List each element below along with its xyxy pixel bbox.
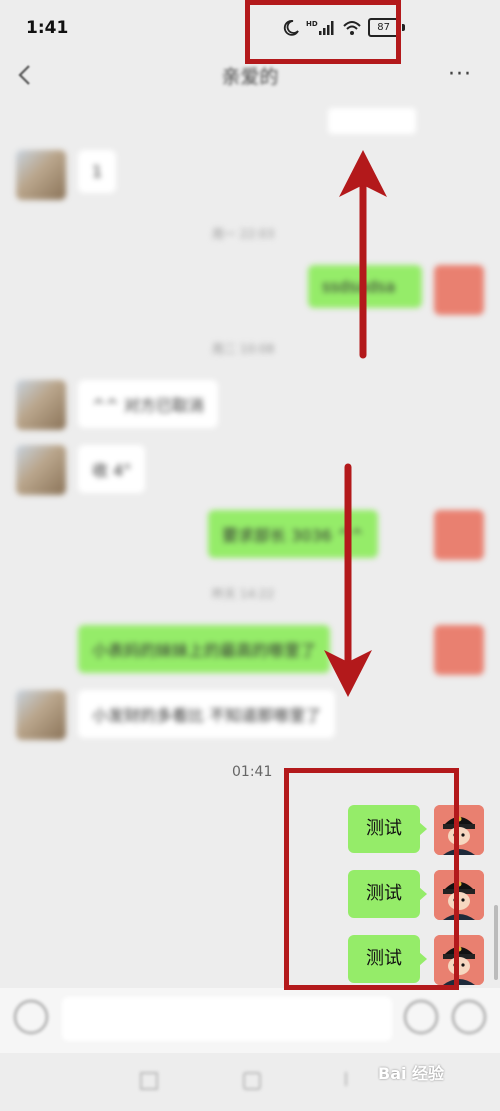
contact-avatar[interactable]: [16, 445, 66, 495]
scrollbar[interactable]: [494, 905, 498, 980]
annotation-arrow-down: [324, 463, 372, 697]
menu-icon[interactable]: [140, 1072, 158, 1090]
annotation-arrow-up: [339, 150, 387, 359]
incoming-message[interactable]: 1: [78, 150, 117, 193]
timestamp: 周一 22:03: [212, 227, 275, 241]
incoming-message[interactable]: 收 4°: [78, 445, 146, 493]
outgoing-message[interactable]: 小表妈的妹妹上的最高的哪里了: [78, 625, 331, 673]
emoji-icon[interactable]: [404, 1000, 438, 1034]
incoming-message[interactable]: ^^ 对方已取消: [78, 380, 218, 428]
battery-tip: [401, 24, 405, 31]
contact-avatar[interactable]: [16, 150, 66, 200]
my-avatar[interactable]: [434, 625, 484, 675]
chat-title: 亲爱的: [221, 66, 279, 88]
contact-avatar[interactable]: [16, 690, 66, 740]
timestamp: 周二 10:08: [212, 342, 275, 356]
contact-avatar[interactable]: [16, 380, 66, 430]
plus-icon[interactable]: [452, 1000, 486, 1034]
status-time: 1:41: [26, 18, 69, 38]
more-options-button[interactable]: ···: [448, 62, 472, 87]
timestamp: 昨天 14:22: [212, 587, 275, 601]
message-input[interactable]: [62, 997, 392, 1041]
annotation-box-status: [245, 0, 401, 64]
chat-timestamp: 01:41: [232, 764, 273, 780]
voice-icon[interactable]: [14, 1000, 48, 1034]
my-avatar[interactable]: [434, 510, 484, 560]
sticker-preview: [328, 108, 416, 134]
my-avatar[interactable]: [434, 265, 484, 315]
annotation-box-messages: [284, 768, 459, 990]
home-icon[interactable]: [243, 1072, 261, 1090]
back-icon[interactable]: [345, 1072, 361, 1086]
incoming-message[interactable]: 小发财的多看比 不知道那哪里了: [78, 690, 336, 738]
watermark: Bai 经验: [378, 1064, 445, 1083]
